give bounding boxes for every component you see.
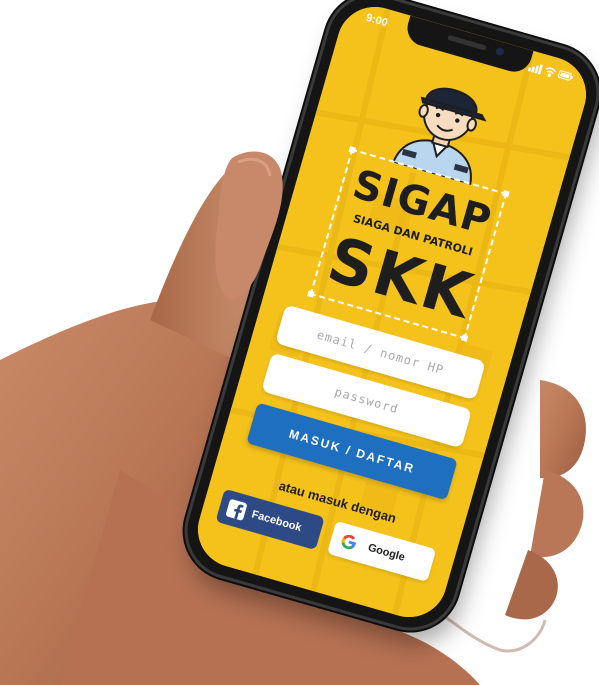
speaker-grille <box>447 34 488 51</box>
google-button-label: Google <box>366 541 407 564</box>
battery-icon <box>558 70 573 81</box>
camera-icon <box>494 46 505 57</box>
logo-frame-corner <box>348 146 356 154</box>
facebook-button-label: Facebook <box>250 508 303 535</box>
facebook-icon <box>225 498 248 521</box>
google-icon <box>341 534 356 550</box>
wifi-icon <box>545 67 557 77</box>
promo-mockup: 9:00 SIGAP SIAGA DAN PATROLI SKK email /… <box>0 0 599 685</box>
